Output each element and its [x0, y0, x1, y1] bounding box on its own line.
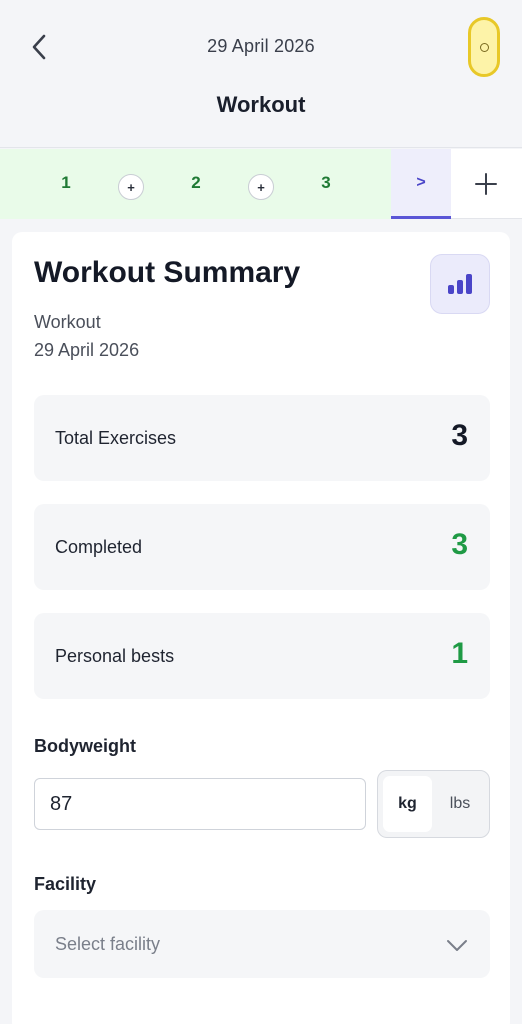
stat-value: 3 — [451, 419, 468, 452]
app-header: 29 April 2026 Workout — [0, 0, 522, 148]
stat-value: 3 — [451, 528, 468, 561]
insert-exercise-button[interactable]: + — [248, 174, 274, 200]
summary-title: Workout Summary — [34, 256, 301, 289]
stats-button[interactable] — [430, 254, 490, 314]
workout-summary-card: Workout Summary Workout 29 April 2026 To… — [12, 232, 510, 1024]
stat-row-personal-bests: Personal bests 1 — [34, 613, 490, 699]
plus-icon — [475, 173, 497, 195]
insert-exercise-button[interactable]: + — [118, 174, 144, 200]
stat-row-completed: Completed 3 — [34, 504, 490, 590]
stat-value: 1 — [451, 637, 468, 670]
stat-label: Total Exercises — [55, 428, 177, 448]
page-title: Workout — [216, 92, 306, 117]
unit-toggle: kg lbs — [377, 770, 490, 838]
facility-label: Facility — [34, 874, 97, 894]
stat-row-total-exercises: Total Exercises 3 — [34, 395, 490, 481]
stat-label: Personal bests — [55, 646, 175, 666]
workout-name: Workout — [34, 312, 101, 332]
facility-placeholder: Select facility — [55, 934, 161, 954]
tab-exercise-1[interactable]: 1 — [51, 173, 81, 193]
add-exercise-button[interactable] — [461, 149, 511, 219]
tab-exercise-3[interactable]: 3 — [311, 173, 341, 193]
chevron-down-icon — [447, 940, 467, 951]
timer-pill-icon — [479, 42, 489, 52]
header-date: 29 April 2026 — [207, 36, 315, 56]
facility-select[interactable]: Select facility — [34, 910, 490, 978]
timer-button[interactable] — [468, 17, 500, 77]
stat-label: Completed — [55, 537, 143, 557]
exercise-tab-strip: 1 + 2 + 3 > — [0, 149, 522, 219]
unit-kg-button[interactable]: kg — [383, 776, 432, 832]
bar-chart-icon — [448, 274, 472, 294]
tab-exercise-2[interactable]: 2 — [181, 173, 211, 193]
bodyweight-label: Bodyweight — [34, 736, 136, 756]
unit-lbs-button[interactable]: lbs — [435, 776, 485, 832]
workout-date: 29 April 2026 — [34, 340, 140, 360]
bodyweight-input[interactable] — [34, 778, 366, 830]
tab-summary[interactable]: > — [391, 149, 451, 219]
